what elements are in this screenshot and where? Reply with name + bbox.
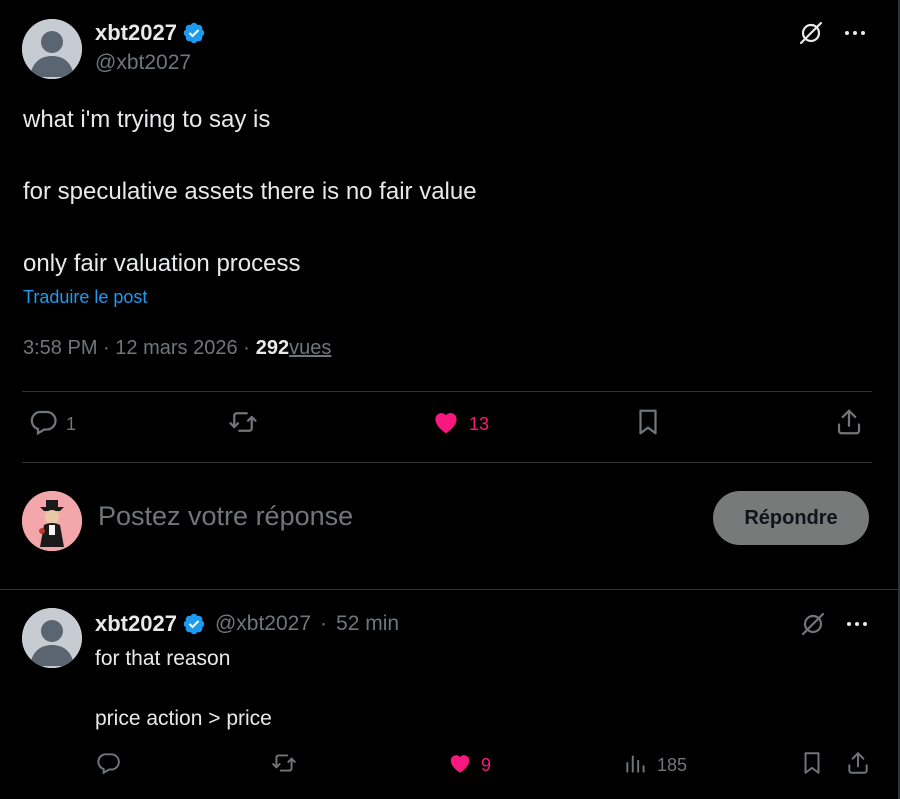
like-count: 13 xyxy=(469,414,490,434)
author-avatar[interactable] xyxy=(22,19,82,79)
reply-button[interactable] xyxy=(95,750,129,781)
author-avatar[interactable] xyxy=(22,608,82,668)
share-icon xyxy=(834,407,864,442)
views-label[interactable]: vues xyxy=(289,337,331,360)
reply-icon xyxy=(95,750,121,781)
like-count: 9 xyxy=(481,755,492,775)
tweet-text-line: what i'm trying to say is xyxy=(23,106,271,133)
reply-actions: 9 185 xyxy=(95,750,875,784)
repost-button[interactable] xyxy=(271,750,305,781)
verified-badge-icon[interactable] xyxy=(182,21,206,45)
reply-text-line: price action > price xyxy=(95,707,272,730)
heart-icon xyxy=(447,750,473,781)
reply-text-line: for that reason xyxy=(95,647,231,670)
author-handle[interactable]: @xbt2027 xyxy=(215,612,311,636)
tweet-text: what i'm trying to say is for speculativ… xyxy=(23,102,477,282)
reply-time[interactable]: 52 min xyxy=(336,612,399,636)
divider xyxy=(22,462,872,463)
more-icon[interactable] xyxy=(844,611,870,637)
verified-badge-icon[interactable] xyxy=(182,612,206,636)
like-button[interactable]: 13 xyxy=(431,407,489,442)
current-user-avatar[interactable] xyxy=(22,491,82,551)
tweet-time[interactable]: 3:58 PM xyxy=(23,337,97,360)
author-name-row: xbt2027 xyxy=(95,20,206,46)
translate-link[interactable]: Traduire le post xyxy=(23,287,147,308)
reply-input[interactable]: Postez votre réponse xyxy=(98,501,353,532)
share-icon xyxy=(845,750,871,781)
repost-icon xyxy=(271,750,297,781)
meta-separator: · xyxy=(320,612,328,635)
tweet-top-icons xyxy=(798,20,868,46)
main-tweet: xbt2027 @xbt2027 what i'm trying to say … xyxy=(0,0,898,590)
author-name[interactable]: xbt2027 xyxy=(95,611,177,637)
tweet-text-line: only fair valuation process xyxy=(23,250,301,277)
reply-submit-button[interactable]: Répondre xyxy=(713,491,869,545)
more-icon[interactable] xyxy=(842,20,868,46)
views-count[interactable]: 292 xyxy=(256,337,289,360)
reply-button[interactable]: 1 xyxy=(28,407,76,442)
repost-button[interactable] xyxy=(228,407,266,442)
meta-separator: · xyxy=(97,337,116,359)
tweet-meta: 3:58 PM · 12 mars 2026 · 292 vues xyxy=(23,337,331,360)
bookmark-icon xyxy=(633,407,663,442)
tweet-top-icons xyxy=(800,611,870,637)
views-icon xyxy=(623,750,649,781)
repost-icon xyxy=(228,407,258,442)
grok-icon[interactable] xyxy=(798,20,824,46)
divider xyxy=(22,391,872,392)
views-count: 185 xyxy=(657,755,688,775)
share-button[interactable] xyxy=(845,750,871,781)
tweet-text-line: for speculative assets there is no fair … xyxy=(23,178,477,205)
bookmark-button[interactable] xyxy=(633,407,663,442)
reply-count: 1 xyxy=(66,414,77,434)
author-name[interactable]: xbt2027 xyxy=(95,20,177,46)
views-button[interactable]: 185 xyxy=(623,750,687,781)
bookmark-button[interactable] xyxy=(799,750,825,781)
like-button[interactable]: 9 xyxy=(447,750,491,781)
tweet-actions: 1 13 xyxy=(22,407,872,449)
tweet-date[interactable]: 12 mars 2026 xyxy=(115,337,237,360)
grok-icon[interactable] xyxy=(800,611,826,637)
author-name-row: xbt2027 @xbt2027 · 52 min xyxy=(95,611,399,637)
heart-icon xyxy=(431,407,461,442)
author-handle[interactable]: @xbt2027 xyxy=(95,51,191,75)
share-button[interactable] xyxy=(834,407,864,442)
reply-text: for that reason price action > price xyxy=(95,644,272,734)
reply-icon xyxy=(28,407,58,442)
bookmark-icon xyxy=(799,750,825,781)
meta-separator: · xyxy=(237,337,250,359)
